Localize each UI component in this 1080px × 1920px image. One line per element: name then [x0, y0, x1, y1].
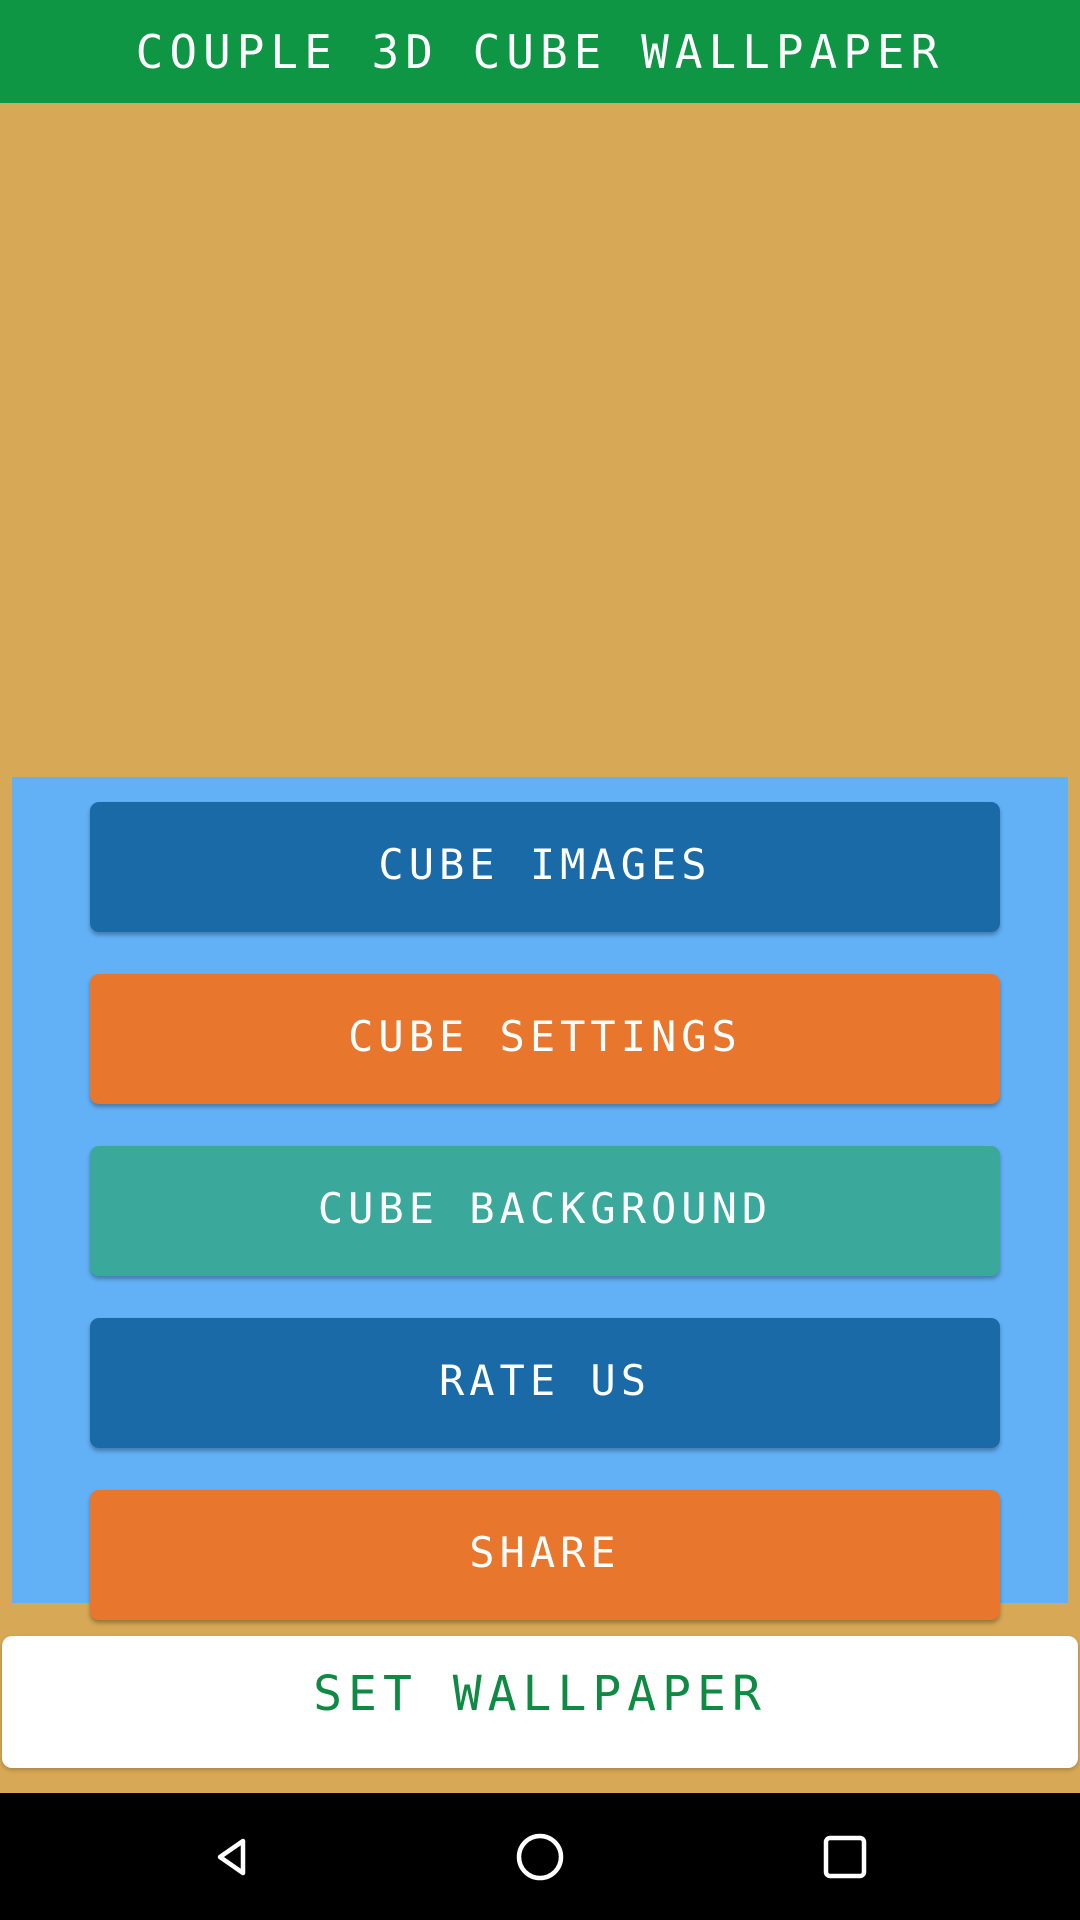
page-title: COUPLE 3D CUBE WALLPAPER [135, 24, 945, 79]
rate-us-button[interactable]: RATE US [90, 1318, 1000, 1448]
wallpaper-preview-area [0, 103, 1080, 777]
nav-recents-button[interactable] [745, 1793, 945, 1920]
cube-background-label: CUBE BACKGROUND [317, 1183, 773, 1233]
back-icon [217, 1838, 246, 1875]
cube-settings-label: CUBE SETTINGS [348, 1011, 742, 1061]
set-wallpaper-button[interactable]: SET WALLPAPER [2, 1636, 1078, 1768]
nav-home-button[interactable] [440, 1793, 640, 1920]
recents-icon [823, 1835, 867, 1878]
rate-us-label: RATE US [438, 1355, 651, 1405]
cube-images-button[interactable]: CUBE IMAGES [90, 802, 1000, 932]
android-navigation-bar [0, 1793, 1080, 1920]
cube-settings-button[interactable]: CUBE SETTINGS [90, 974, 1000, 1104]
share-button[interactable]: SHARE [90, 1490, 1000, 1620]
app-bar: COUPLE 3D CUBE WALLPAPER [0, 0, 1080, 103]
set-wallpaper-label: SET WALLPAPER [313, 1666, 767, 1722]
home-icon [516, 1833, 564, 1880]
share-label: SHARE [469, 1527, 621, 1577]
menu-panel: CUBE IMAGES CUBE SETTINGS CUBE BACKGROUN… [12, 777, 1068, 1620]
nav-back-button[interactable] [135, 1793, 335, 1920]
cube-images-label: CUBE IMAGES [378, 839, 712, 889]
cube-background-button[interactable]: CUBE BACKGROUND [90, 1146, 1000, 1276]
